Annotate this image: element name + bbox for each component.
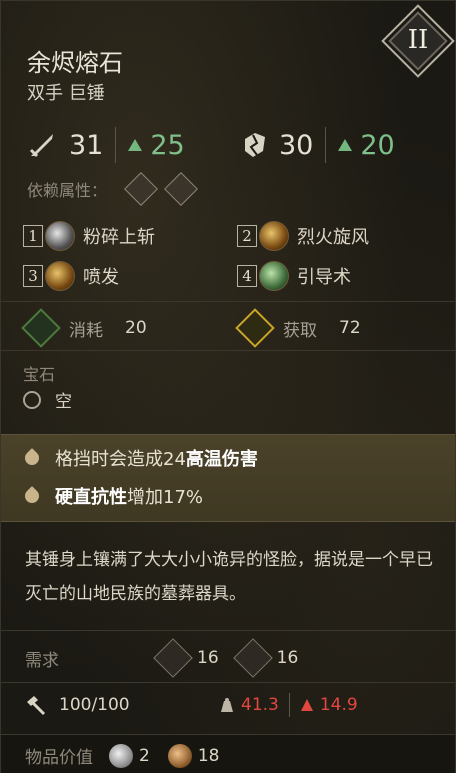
attack-stat: 31 25 — [27, 127, 185, 163]
equip-load-value: 14.9 — [319, 695, 358, 715]
copper-coin-icon — [167, 743, 192, 768]
perk-2: 硬直抗性 增加17% — [22, 483, 204, 509]
skill-number: 3 — [23, 265, 43, 287]
copper-amount: 18 — [197, 745, 220, 766]
silver-amount: 2 — [139, 745, 150, 766]
hammer-icon — [27, 696, 46, 716]
divider — [1, 350, 455, 351]
dependency-row: 依赖属性： — [27, 172, 198, 206]
consume-label: 消耗 — [69, 320, 103, 341]
divider — [288, 693, 290, 717]
item-name: 余烬熔石 — [27, 49, 123, 77]
silver-coin-icon — [109, 743, 133, 768]
perk-highlight: 高温伤害 — [185, 449, 258, 470]
skill-2[interactable]: 2 烈火旋风 — [237, 221, 369, 251]
sword-icon — [29, 134, 53, 158]
attack-value: 31 — [69, 129, 104, 161]
perk-leaf-icon — [22, 448, 42, 468]
value-label: 物品价值 — [25, 748, 93, 768]
upgrade-arrow-icon — [338, 139, 353, 151]
skill-name: 粉碎上斩 — [83, 227, 155, 248]
durability-row: 100/100 41.3 14.9 — [25, 693, 358, 717]
strength-requirement: 16 — [197, 648, 219, 668]
divider — [1, 630, 455, 631]
book-icon — [164, 172, 198, 206]
value-row: 物品价值 2 18 — [25, 743, 219, 768]
perk-leaf-icon — [22, 486, 42, 506]
consume-row: 消耗 20 — [21, 308, 147, 348]
perk-suffix: 增加17% — [127, 487, 204, 508]
item-description: 其锤身上镶满了大大小小诡异的怪脸，据说是一个早已灭亡的山地民族的墓葬器具。 — [25, 550, 433, 604]
divider — [1, 682, 455, 683]
gain-row: 获取 72 — [235, 308, 361, 348]
upgrade-arrow-icon — [128, 139, 143, 151]
skill-whirlwind-icon — [259, 221, 289, 251]
dependency-label: 依赖属性： — [27, 181, 108, 200]
weight-icon — [221, 698, 233, 712]
skill-name: 引导术 — [297, 267, 351, 288]
intelligence-requirement: 16 — [276, 648, 299, 668]
empty-socket-icon — [23, 390, 41, 409]
perk-text: 格挡时会造成24 — [55, 449, 186, 470]
skill-channel-icon — [259, 261, 289, 291]
attack-bonus: 25 — [150, 129, 185, 161]
durability-value: 100/100 — [59, 695, 130, 715]
requirements-label: 需求 — [25, 650, 59, 671]
skill-3[interactable]: 3 喷发 — [23, 261, 119, 291]
book-icon — [232, 638, 273, 678]
stagger-value: 30 — [279, 129, 314, 161]
skill-number: 1 — [23, 225, 43, 247]
consume-value: 20 — [125, 318, 147, 338]
warning-triangle-icon — [300, 699, 313, 711]
strength-icon — [124, 172, 158, 206]
gain-eye-icon — [235, 308, 275, 348]
requirements-row: 需求 16 16 — [25, 638, 299, 678]
skill-1[interactable]: 1 粉碎上斩 — [23, 221, 155, 251]
skill-number: 2 — [237, 225, 257, 247]
perk-1: 格挡时会造成24 高温伤害 — [22, 445, 258, 471]
skill-name: 烈火旋风 — [297, 227, 369, 248]
skill-4[interactable]: 4 引导术 — [237, 261, 351, 291]
perk-highlight: 硬直抗性 — [55, 487, 127, 508]
gem-section-title: 宝石 — [23, 365, 56, 384]
item-type: 双手 巨锤 — [27, 83, 105, 104]
divider — [115, 127, 117, 163]
shatter-icon — [245, 133, 265, 157]
divider — [325, 127, 327, 163]
consume-icon — [21, 308, 61, 348]
skill-name: 喷发 — [83, 267, 119, 288]
weight-value: 41.3 — [241, 695, 279, 715]
skill-number: 4 — [237, 265, 257, 287]
gain-value: 72 — [339, 318, 361, 338]
strength-icon — [153, 638, 193, 678]
gem-slot[interactable]: 空 — [23, 387, 72, 412]
stagger-bonus: 20 — [360, 129, 395, 161]
stagger-stat: 30 20 — [239, 127, 395, 163]
gem-slot-label: 空 — [55, 392, 72, 412]
skill-eruption-icon — [45, 261, 75, 291]
skill-smash-icon — [45, 221, 75, 251]
divider — [1, 301, 455, 302]
item-tooltip-card: 余烬熔石 双手 巨锤 II 31 25 30 20 依赖属性： 1 粉碎上斩 2… — [0, 0, 456, 773]
gain-label: 获取 — [283, 320, 317, 341]
tier-label: II — [407, 25, 429, 55]
